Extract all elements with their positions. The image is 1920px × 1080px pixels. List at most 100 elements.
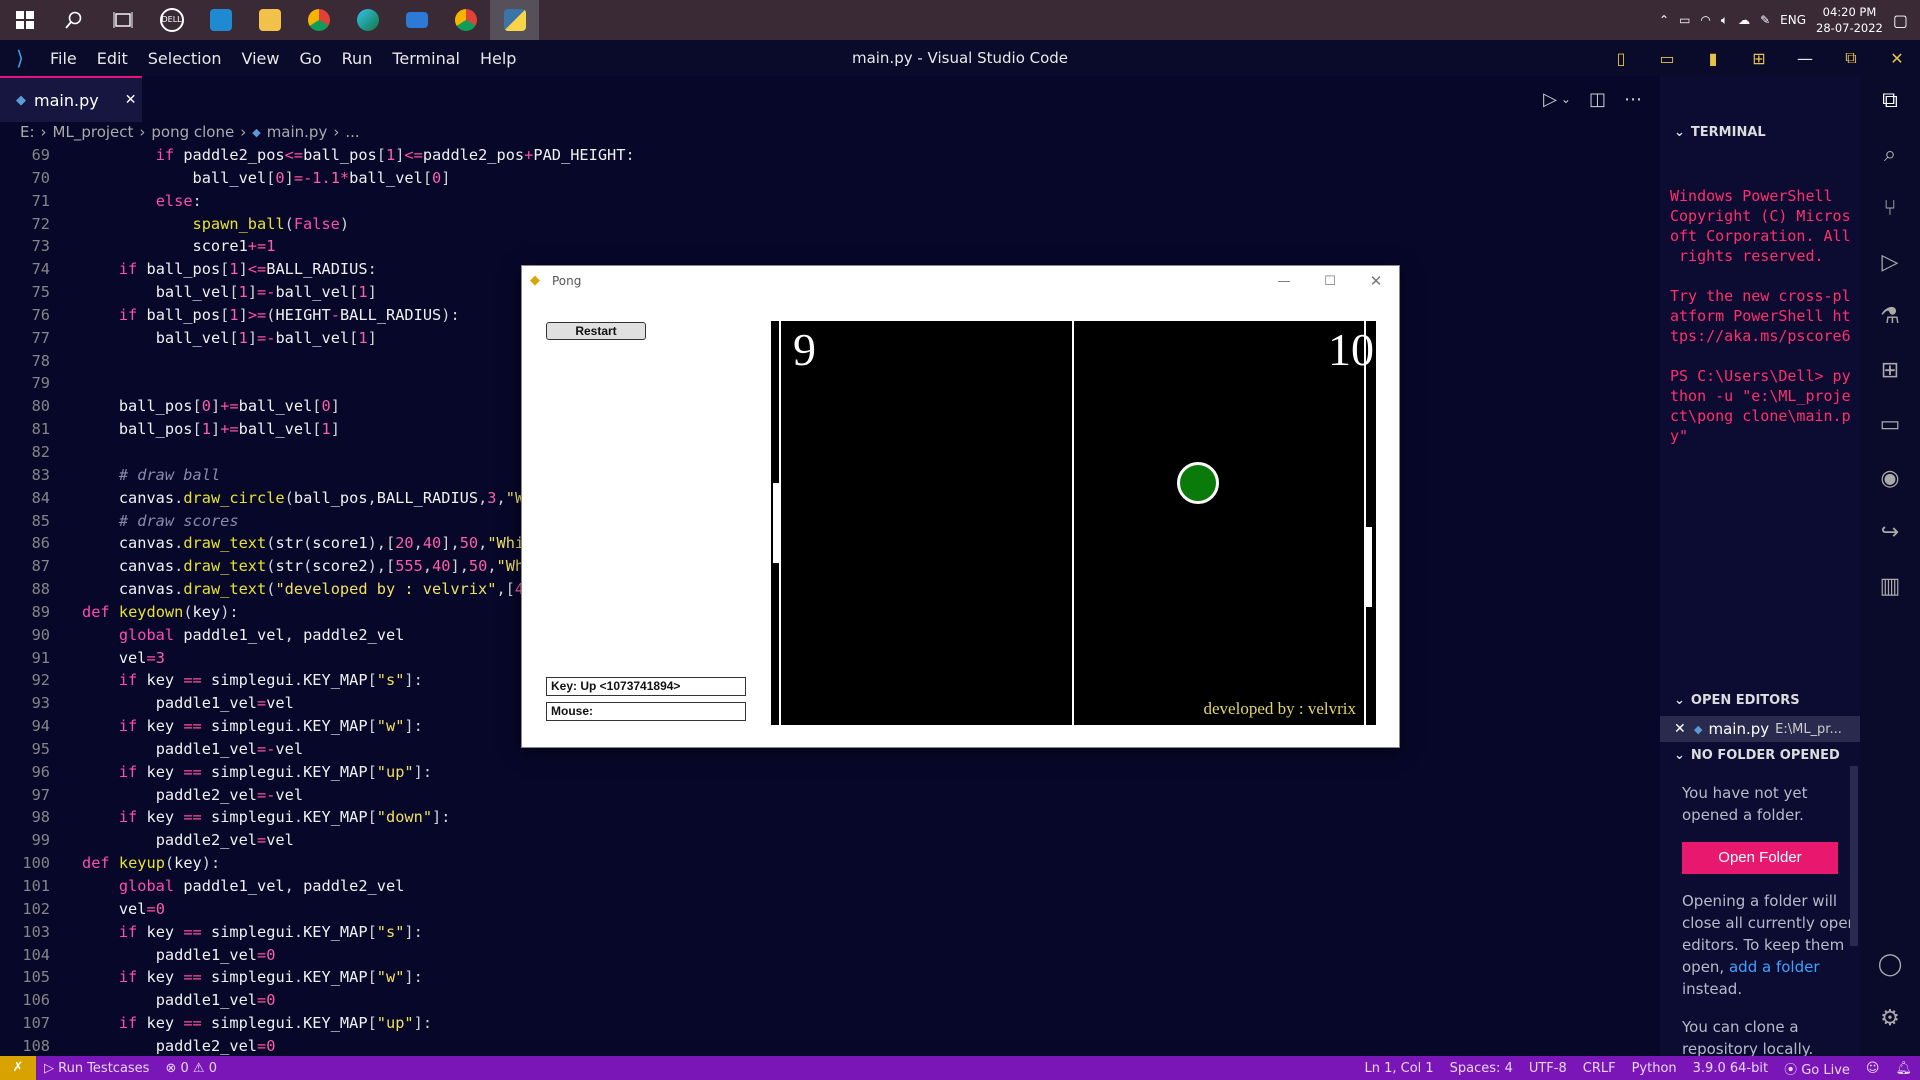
testing-icon[interactable]: ⚗ <box>1875 302 1905 332</box>
file-explorer-icon[interactable] <box>245 0 294 40</box>
breadcrumb-drive[interactable]: E: <box>20 123 35 141</box>
chrome-icon[interactable] <box>441 0 490 40</box>
close-icon[interactable]: ✕ <box>1353 272 1399 290</box>
code-line[interactable]: 105 if key == simplegui.KEY_MAP["w"]: <box>0 966 1645 989</box>
close-icon[interactable]: ✕ <box>1674 721 1686 737</box>
open-folder-button[interactable]: Open Folder <box>1682 842 1838 874</box>
wifi-icon[interactable]: ◠ <box>1700 13 1710 27</box>
volume-icon[interactable]: 🔈︎ <box>1721 13 1728 28</box>
scrollbar[interactable] <box>1850 766 1858 946</box>
no-folder-header[interactable]: ⌄ NO FOLDER OPENED <box>1660 743 1860 767</box>
minimize-icon[interactable]: — <box>1782 49 1828 68</box>
maximize-icon[interactable]: ☐ <box>1307 274 1353 289</box>
live-share-icon[interactable]: ↪ <box>1875 518 1905 548</box>
end-of-line[interactable]: CRLF <box>1575 1061 1624 1076</box>
clock[interactable]: 04:20 PM 28-07-2022 <box>1816 4 1883 36</box>
extensions-icon[interactable]: ⊞ <box>1875 356 1905 386</box>
chevron-down-icon[interactable]: ⌄ <box>1561 92 1571 106</box>
code-line[interactable]: 107 if key == simplegui.KEY_MAP["up"]: <box>0 1012 1645 1035</box>
encoding[interactable]: UTF-8 <box>1521 1061 1575 1076</box>
breadcrumb-symbol[interactable]: ... <box>345 123 359 141</box>
restore-icon[interactable]: ⧉ <box>1828 48 1874 68</box>
problems-indicator[interactable]: ⊗ 0 ⚠ 0 <box>157 1061 225 1076</box>
task-view-icon[interactable] <box>98 0 147 40</box>
breadcrumb-file[interactable]: main.py <box>267 123 328 141</box>
code-line[interactable]: 102 vel=0 <box>0 898 1645 921</box>
close-icon[interactable]: ✕ <box>125 92 137 108</box>
menu-terminal[interactable]: Terminal <box>382 49 470 68</box>
split-editor-icon[interactable]: ◫ <box>1589 89 1606 110</box>
breadcrumb-subfolder[interactable]: pong clone <box>151 123 234 141</box>
bell-icon[interactable]: 🔔︎ <box>1887 1061 1920 1076</box>
menu-run[interactable]: Run <box>332 49 383 68</box>
go-live[interactable]: ⦿ Go Live <box>1776 1059 1858 1078</box>
breadcrumb-folder[interactable]: ML_project <box>53 123 134 141</box>
pen-icon[interactable]: ✎ <box>1760 13 1770 27</box>
terminal-output[interactable]: Windows PowerShell Copyright (C) Micros … <box>1670 186 1858 446</box>
indentation[interactable]: Spaces: 4 <box>1442 1061 1521 1076</box>
close-icon[interactable]: ✕ <box>1874 49 1920 68</box>
account-icon[interactable]: ◯ <box>1875 950 1905 980</box>
gear-icon[interactable]: ⚙ <box>1875 1004 1905 1034</box>
run-debug-icon[interactable]: ▷ <box>1875 248 1905 278</box>
layout-toggle-icon[interactable]: ▯ <box>1598 49 1644 68</box>
layout-sidebar-icon[interactable]: ▮ <box>1690 49 1736 68</box>
battery-icon[interactable]: ▭ <box>1679 13 1690 27</box>
code-line[interactable]: 103 if key == simplegui.KEY_MAP["s"]: <box>0 921 1645 944</box>
cursor-position[interactable]: Ln 1, Col 1 <box>1356 1061 1441 1076</box>
notifications-icon[interactable]: ▢ <box>1893 11 1908 30</box>
code-line[interactable]: 97 paddle2_vel=-vel <box>0 784 1645 807</box>
chart-icon[interactable]: ▥ <box>1875 572 1905 602</box>
code-line[interactable]: 100 def keyup(key): <box>0 852 1645 875</box>
code-line[interactable]: 71 else: <box>0 190 1645 213</box>
more-actions-icon[interactable]: ⋯ <box>1624 89 1642 110</box>
dell-icon[interactable]: DELL <box>147 0 196 40</box>
code-line[interactable]: 104 paddle1_vel=0 <box>0 944 1645 967</box>
code-line[interactable]: 108 paddle2_vel=0 <box>0 1035 1645 1058</box>
open-editor-item[interactable]: ✕ ◆ main.py E:\ML_pr... <box>1660 716 1860 742</box>
menu-go[interactable]: Go <box>289 49 331 68</box>
run-icon[interactable]: ▷ <box>1543 89 1557 110</box>
mail-icon[interactable] <box>392 0 441 40</box>
cloud-icon[interactable]: ☁ <box>1738 13 1750 27</box>
game-canvas[interactable]: 9 10 developed by : velvrix <box>771 321 1376 725</box>
remote-icon[interactable]: ✗ <box>0 1056 36 1080</box>
code-line[interactable]: 101 global paddle1_vel, paddle2_vel <box>0 875 1645 898</box>
menu-help[interactable]: Help <box>470 49 526 68</box>
code-line[interactable]: 96 if key == simplegui.KEY_MAP["up"]: <box>0 761 1645 784</box>
source-control-icon[interactable]: ⑂ <box>1875 194 1905 224</box>
search-icon[interactable]: ⌕ <box>1875 140 1905 170</box>
search-icon[interactable] <box>49 0 98 40</box>
menu-view[interactable]: View <box>232 49 290 68</box>
vscode-icon[interactable] <box>196 0 245 40</box>
menu-file[interactable]: File <box>40 49 87 68</box>
menu-edit[interactable]: Edit <box>87 49 138 68</box>
layout-panel-icon[interactable]: ▭ <box>1644 49 1690 68</box>
interpreter[interactable]: 3.9.0 64-bit <box>1685 1061 1776 1076</box>
explorer-icon[interactable]: ⧉ <box>1875 86 1905 116</box>
minimize-icon[interactable]: — <box>1261 274 1307 289</box>
code-line[interactable]: 99 paddle2_vel=vel <box>0 829 1645 852</box>
terminal-section-header[interactable]: ⌄ TERMINAL <box>1660 120 1860 144</box>
code-line[interactable]: 70 ball_vel[0]=-1.1*ball_vel[0] <box>0 167 1645 190</box>
code-line[interactable]: 69 if paddle2_pos<=ball_pos[1]<=paddle2_… <box>0 144 1645 167</box>
code-line[interactable]: 98 if key == simplegui.KEY_MAP["down"]: <box>0 806 1645 829</box>
chrome-icon[interactable] <box>294 0 343 40</box>
language-indicator[interactable]: ENG <box>1780 13 1806 27</box>
tab-main-py[interactable]: ◆ main.py ✕ <box>0 76 142 122</box>
python-icon[interactable] <box>490 0 539 40</box>
edge-icon[interactable] <box>343 0 392 40</box>
windows-start-icon[interactable] <box>0 0 49 40</box>
menu-selection[interactable]: Selection <box>138 49 232 68</box>
customize-layout-icon[interactable]: ⊞ <box>1736 49 1782 68</box>
feedback-icon[interactable]: ☺ <box>1858 1061 1888 1076</box>
open-editors-header[interactable]: ⌄ OPEN EDITORS <box>1660 688 1860 712</box>
chevron-up-icon[interactable]: ⌃ <box>1659 13 1669 27</box>
language-mode[interactable]: Python <box>1624 1061 1685 1076</box>
github-icon[interactable]: ◉ <box>1875 464 1905 494</box>
code-line[interactable]: 72 spawn_ball(False) <box>0 213 1645 236</box>
run-testcases[interactable]: ▷ Run Testcases <box>36 1061 157 1076</box>
code-line[interactable]: 106 paddle1_vel=0 <box>0 989 1645 1012</box>
code-line[interactable]: 73 score1+=1 <box>0 235 1645 258</box>
restart-button[interactable]: Restart <box>546 322 646 340</box>
